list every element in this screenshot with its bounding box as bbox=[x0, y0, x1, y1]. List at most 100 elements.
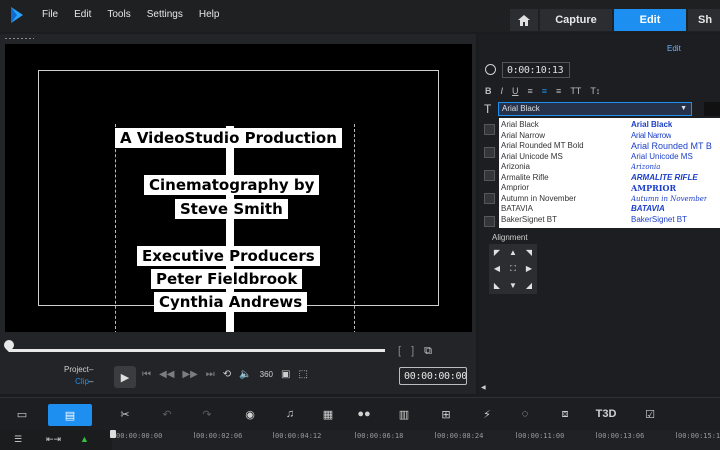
bold-button[interactable]: B bbox=[485, 86, 492, 96]
trim-start-icon[interactable]: [ bbox=[398, 345, 401, 358]
play-mode: Project– Clip– bbox=[64, 365, 94, 386]
previous-frame-icon[interactable]: ◀◀ bbox=[159, 369, 174, 380]
font-option[interactable]: Arizonia Arizonia bbox=[499, 162, 720, 173]
multicam-icon[interactable]: ▦ bbox=[319, 406, 337, 422]
align-right-icon[interactable]: ▶ bbox=[526, 264, 532, 273]
3d-title-icon[interactable]: T3D bbox=[596, 406, 617, 422]
font-preview: BakerSignet BT bbox=[631, 214, 688, 224]
credit-line: Steve Smith bbox=[175, 199, 288, 219]
screen-capture-icon[interactable]: ⧈ bbox=[556, 406, 574, 422]
track-manager-icon[interactable]: ☰ bbox=[14, 434, 22, 445]
subtitle-icon[interactable]: ▥ bbox=[395, 406, 413, 422]
path-icon[interactable]: ◌ bbox=[516, 406, 534, 422]
menu-tools[interactable]: Tools bbox=[107, 9, 130, 20]
storyboard-view-icon[interactable]: ▭ bbox=[13, 406, 31, 422]
go-to-end-icon[interactable]: ⏭ bbox=[206, 369, 215, 380]
tab-share[interactable]: Sh bbox=[688, 9, 720, 31]
font-name: Arial Narrow bbox=[501, 130, 546, 140]
record-capture-icon[interactable]: ◉ bbox=[241, 406, 259, 422]
next-frame-icon[interactable]: ▶▶ bbox=[182, 369, 197, 380]
timeline-playhead[interactable] bbox=[110, 430, 116, 438]
alignment-grid: ◤ ▲ ◥ ◀ ⛶ ▶ ◣ ▼ ◢ bbox=[489, 244, 537, 294]
timeline-view-button[interactable]: ▤ bbox=[48, 404, 92, 426]
split-screen-icon[interactable]: ⊞ bbox=[437, 406, 455, 422]
font-option[interactable]: Amprior AMPRIOR bbox=[499, 183, 720, 194]
ruler-tick: 00:00:02:06 bbox=[193, 432, 243, 440]
workspace-tabs: Capture Edit Sh bbox=[508, 9, 720, 31]
collapse-panel-icon[interactable]: ◀ bbox=[481, 384, 486, 391]
align-center-button[interactable]: ≡ bbox=[542, 86, 547, 96]
ruler-tick: 00:00:15:1 bbox=[675, 432, 720, 440]
repeat-icon[interactable]: ⟲ bbox=[223, 369, 231, 380]
chapter-point-icon[interactable]: ▲ bbox=[80, 434, 89, 444]
tab-edit[interactable]: Edit bbox=[614, 9, 686, 31]
tab-home[interactable] bbox=[510, 9, 538, 31]
align-center-icon[interactable]: ⛶ bbox=[510, 264, 516, 274]
audio-icon[interactable]: ♫ bbox=[281, 406, 299, 422]
font-size-field[interactable] bbox=[704, 102, 720, 116]
align-right-button[interactable]: ≡ bbox=[556, 86, 561, 96]
font-option[interactable]: Autumn in November Autumn in November bbox=[499, 194, 720, 205]
font-option[interactable]: Arial Rounded MT Bold Arial Rounded MT B bbox=[499, 141, 720, 152]
aspect-ratio-icon[interactable]: ▣ bbox=[281, 369, 290, 380]
menu-edit[interactable]: Edit bbox=[74, 9, 91, 20]
font-option[interactable]: Arial Black Arial Black bbox=[499, 120, 720, 131]
preview-window[interactable]: A VideoStudio Production Cinematography … bbox=[5, 44, 472, 332]
volume-icon[interactable]: 🔈 bbox=[239, 369, 251, 380]
font-name: Arial Rounded MT Bold bbox=[501, 141, 584, 150]
shadow-icon[interactable] bbox=[484, 193, 495, 204]
font-dropdown[interactable]: Arial Black ▼ bbox=[498, 102, 692, 116]
mask-icon[interactable]: ●● bbox=[355, 406, 373, 422]
tab-capture[interactable]: Capture bbox=[540, 9, 612, 31]
player-panel: A VideoStudio Production Cinematography … bbox=[0, 34, 476, 394]
font-option[interactable]: Arial Unicode MS Arial Unicode MS bbox=[499, 152, 720, 163]
font-preview: Arial Unicode MS bbox=[631, 151, 693, 161]
align-bottom-right-icon[interactable]: ◢ bbox=[526, 281, 532, 290]
menu-help[interactable]: Help bbox=[199, 9, 220, 20]
background-icon[interactable] bbox=[484, 216, 495, 227]
font-option[interactable]: BATAVIA BATAVIA bbox=[499, 204, 720, 215]
italic-button[interactable]: I bbox=[501, 86, 504, 96]
scrubber-track[interactable] bbox=[9, 349, 385, 352]
text-box-icon[interactable] bbox=[484, 170, 495, 181]
font-option[interactable]: BakerSignet BT BakerSignet BT bbox=[499, 215, 720, 226]
duration-field[interactable]: 0:00:10:13 bbox=[502, 62, 570, 78]
menu-settings[interactable]: Settings bbox=[147, 9, 183, 20]
options-tab-edit[interactable]: Edit bbox=[667, 44, 681, 53]
font-option[interactable]: Arial Narrow Arial Narrow bbox=[499, 131, 720, 142]
align-left-button[interactable]: ≡ bbox=[528, 86, 533, 96]
font-option[interactable]: Armalite Rifle ARMALITE RIFLE bbox=[499, 173, 720, 184]
underline-button[interactable]: U bbox=[512, 86, 519, 96]
text-case-button[interactable]: TT bbox=[570, 86, 581, 96]
text-direction-button[interactable]: T↕ bbox=[590, 86, 600, 96]
tools-icon[interactable]: ✂ bbox=[116, 406, 134, 422]
align-top-right-icon[interactable]: ◥ bbox=[526, 248, 532, 257]
play-button[interactable]: ▶ bbox=[114, 366, 136, 388]
align-bottom-left-icon[interactable]: ◣ bbox=[494, 281, 500, 290]
redo-icon[interactable]: ↷ bbox=[198, 406, 216, 422]
font-name: BATAVIA bbox=[501, 204, 534, 213]
360-icon[interactable]: 360 bbox=[260, 370, 273, 379]
align-top-left-icon[interactable]: ◤ bbox=[494, 248, 500, 257]
text-style-icon[interactable] bbox=[484, 124, 495, 135]
checklist-icon[interactable]: ☑ bbox=[641, 406, 659, 422]
panel-grip-icon[interactable] bbox=[4, 37, 34, 40]
mode-clip[interactable]: Clip bbox=[75, 377, 89, 386]
go-to-start-icon[interactable]: ⏮ bbox=[142, 369, 151, 380]
undo-icon[interactable]: ↶ bbox=[158, 406, 176, 422]
motion-icon[interactable]: ⚡ bbox=[478, 406, 496, 422]
menu-file[interactable]: File bbox=[42, 9, 58, 20]
timecode-display[interactable]: 00:00:00:00 bbox=[399, 367, 467, 385]
font-name: Arizonia bbox=[501, 162, 530, 171]
border-icon[interactable] bbox=[484, 147, 495, 158]
zoom-icon[interactable]: ⇤⇥ bbox=[46, 434, 61, 445]
mode-project[interactable]: Project bbox=[64, 365, 89, 374]
font-name: Amprior bbox=[501, 183, 530, 192]
trim-end-icon[interactable]: ] bbox=[411, 345, 414, 358]
align-bottom-icon[interactable]: ▼ bbox=[509, 281, 517, 290]
align-top-icon[interactable]: ▲ bbox=[509, 248, 517, 257]
resize-icon[interactable]: ⬚ bbox=[298, 369, 307, 380]
split-icon[interactable]: ⧉ bbox=[424, 345, 432, 358]
align-left-icon[interactable]: ◀ bbox=[494, 264, 500, 273]
timeline-ruler[interactable]: ☰ ⇤⇥ ▲ 00:00:00:00 00:00:02:06 00:00:04:… bbox=[0, 430, 720, 450]
